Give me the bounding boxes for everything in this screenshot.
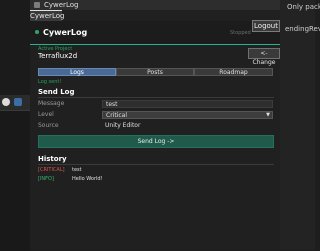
right-background-panel: Only packa endingRevie [279,0,320,250]
section-divider [38,97,274,98]
status-dot-icon [35,30,39,34]
history-message: test [72,167,82,173]
right-panel-text: endingRevie [285,25,320,33]
play-icon[interactable] [2,98,10,106]
title-bar[interactable]: CywerLog [30,0,280,10]
source-value: Unity Editor [105,122,141,129]
editor-toolbar [0,95,30,110]
cywerlog-window: CywerLog CywerLog CywerLog Stopped Logou… [30,0,280,250]
logout-button[interactable]: Logout [252,20,280,32]
header-divider [30,44,280,45]
connection-status: Stopped [230,30,251,36]
history-level: [INFO] [38,176,54,182]
source-label: Source [38,122,59,129]
header: CywerLog Stopped [30,21,280,44]
history-message: Hello World! [72,176,103,182]
nav-tabs: Logs Posts Roadmap [38,68,273,76]
history-level: [CRITICAL] [38,167,65,173]
message-label: Message [38,100,65,107]
tab-roadmap[interactable]: Roadmap [194,68,273,76]
send-log-title: Send Log [38,88,75,96]
tab-posts[interactable]: Posts [116,68,194,76]
change-project-button[interactable]: <- Change [248,48,280,66]
message-input[interactable]: test [102,100,273,108]
level-select[interactable]: Critical ▼ [102,111,273,119]
right-panel-text: Only packa [287,3,320,11]
window-title: CywerLog [44,1,79,9]
level-value: Critical [106,112,127,119]
status-message: Log sent! [38,79,62,85]
layers-icon[interactable] [14,98,22,106]
brand-title: CywerLog [43,28,88,37]
dropdown-arrow-icon: ▼ [266,112,270,118]
project-name: Terraflux2d [38,52,78,60]
level-label: Level [38,111,54,118]
send-log-button[interactable]: Send Log -> [38,135,274,148]
window-icon [34,2,40,8]
active-project: Active Project Terraflux2d <- Change [38,46,280,66]
editor-hierarchy-panel [0,110,30,251]
history-title: History [38,155,67,163]
section-divider [38,164,274,165]
tab-logs[interactable]: Logs [38,68,116,76]
